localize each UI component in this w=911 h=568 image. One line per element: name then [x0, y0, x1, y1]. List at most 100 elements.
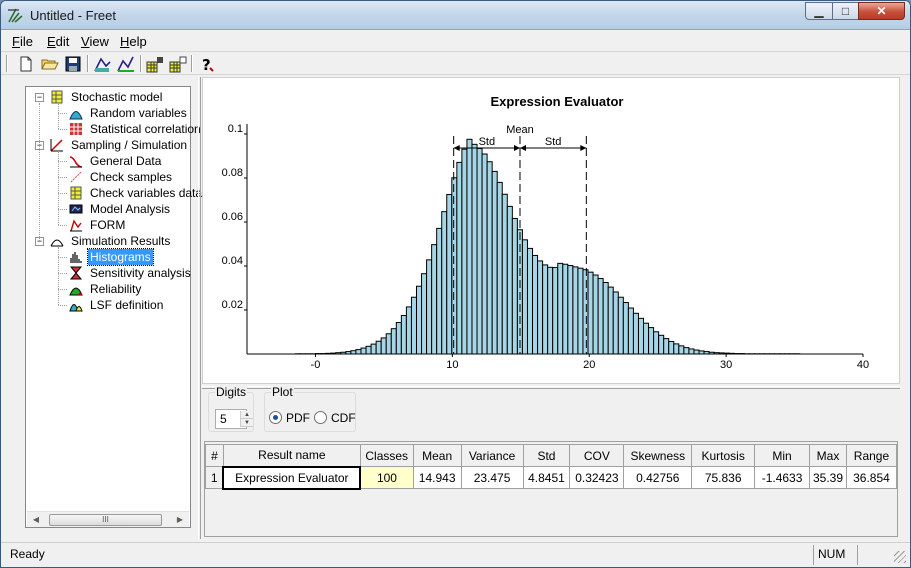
column-header[interactable]: Kurtosis: [691, 444, 756, 467]
y-tick-label: 0.08: [222, 167, 243, 179]
scroll-left-arrow-icon[interactable]: ◀: [29, 513, 43, 527]
column-header[interactable]: Result name: [222, 444, 361, 467]
new-file-icon[interactable]: [16, 54, 36, 74]
close-button[interactable]: ✕: [858, 2, 905, 20]
tree-item[interactable]: Check variables data: [26, 185, 202, 201]
minimize-button[interactable]: ▁: [805, 2, 833, 20]
tree-item[interactable]: Model Analysis: [26, 201, 191, 217]
title-bar[interactable]: Untitled - Freet ▁ □ ✕: [1, 1, 910, 30]
arrowhead-icon: [453, 145, 460, 151]
tree-item[interactable]: Random variables: [26, 105, 191, 121]
column-header[interactable]: #: [205, 444, 224, 467]
tree-item[interactable]: Check samples: [26, 169, 191, 185]
table-row[interactable]: 1 Expression Evaluator 100 14.943 23.475 4.84…: [205, 465, 898, 490]
pdf-radio[interactable]: [269, 411, 282, 424]
tree-item-label[interactable]: Random variables: [88, 105, 189, 121]
table-cell[interactable]: -1.4633: [754, 466, 811, 489]
column-header[interactable]: Classes: [359, 444, 414, 467]
table-cell[interactable]: 14.943: [412, 466, 462, 489]
simulation-icon[interactable]: [116, 54, 136, 74]
tree-item-label[interactable]: Simulation Results: [69, 233, 172, 249]
scroll-thumb[interactable]: III: [49, 514, 162, 526]
column-header[interactable]: Std: [522, 444, 571, 467]
horizontal-splitter[interactable]: [202, 386, 900, 389]
column-header[interactable]: Max: [809, 444, 847, 467]
table-cell[interactable]: 4.8451: [522, 466, 571, 489]
arrowhead-icon: [580, 145, 587, 151]
cdf-label[interactable]: CDF: [331, 411, 356, 425]
tree-item-label[interactable]: Check samples: [88, 169, 174, 185]
vertical-splitter[interactable]: [198, 77, 201, 539]
sampling-icon[interactable]: [93, 54, 113, 74]
tree-item-label[interactable]: Reliability: [88, 281, 143, 297]
toolbar-gripper: [6, 55, 8, 72]
tree-item[interactable]: FORM: [26, 217, 191, 233]
menu-file[interactable]: File: [12, 34, 33, 49]
open-folder-icon[interactable]: [40, 54, 60, 74]
table-cell[interactable]: 36.854: [845, 466, 898, 489]
help-icon[interactable]: ?: [197, 54, 217, 74]
table-cell[interactable]: 0.32423: [569, 466, 625, 489]
tree-item-label[interactable]: General Data: [88, 153, 163, 169]
model-tree[interactable]: − Stochastic model Random variables Statist…: [25, 86, 202, 528]
tree-connector: [58, 193, 67, 194]
tree-item-label[interactable]: Stochastic model: [69, 89, 164, 105]
histogram-bar: [552, 267, 559, 355]
table-cell[interactable]: 75.836: [691, 466, 756, 489]
pdf-label[interactable]: PDF: [286, 411, 310, 425]
spin-up-icon[interactable]: ▲: [241, 411, 253, 419]
tree-item-label[interactable]: Statistical correlation: [88, 121, 203, 137]
menu-view[interactable]: View: [81, 34, 109, 49]
tree-item[interactable]: Reliability: [26, 281, 191, 297]
tree-item[interactable]: − Simulation Results: [26, 233, 191, 249]
results-grid[interactable]: # Result name Classes Mean Variance Std COV Ske…: [204, 441, 898, 537]
collapse-icon[interactable]: −: [35, 93, 44, 102]
spin-down-icon[interactable]: ▼: [241, 419, 253, 427]
maximize-button[interactable]: □: [832, 2, 859, 20]
tree-item[interactable]: − Stochastic model: [26, 89, 191, 105]
table-cell[interactable]: 100: [359, 466, 414, 489]
tree-item[interactable]: LSF definition: [26, 297, 191, 313]
tree-item-label[interactable]: Histograms: [87, 248, 154, 266]
tree-item[interactable]: Statistical correlation: [26, 121, 201, 137]
save-disk-icon[interactable]: [63, 54, 83, 74]
table-cell[interactable]: Expression Evaluator: [222, 465, 362, 490]
correlation-grid-icon: [70, 123, 82, 135]
toolbar-separator: [140, 55, 142, 72]
column-header[interactable]: Mean: [412, 444, 462, 467]
menu-edit[interactable]: Edit: [47, 34, 69, 49]
scroll-right-arrow-icon[interactable]: ▶: [173, 513, 187, 527]
column-header[interactable]: Range: [845, 444, 898, 467]
table-cell[interactable]: 1: [205, 466, 224, 489]
histogram-bar: [658, 334, 665, 355]
column-header[interactable]: COV: [569, 444, 625, 467]
column-header[interactable]: Skewness: [623, 444, 693, 467]
column-header[interactable]: Variance: [460, 444, 524, 467]
grid-remove-icon[interactable]: [168, 54, 188, 74]
tree-item[interactable]: Histograms: [26, 248, 191, 266]
close-icon: ✕: [876, 4, 887, 18]
digits-spinbox[interactable]: 5 ▲ ▼: [215, 409, 253, 429]
tree-item[interactable]: General Data: [26, 153, 191, 169]
tree-horizontal-scrollbar[interactable]: ◀ III ▶: [27, 511, 189, 527]
histogram-bar: [501, 193, 508, 355]
tree-item-label[interactable]: Model Analysis: [88, 201, 172, 217]
table-cell[interactable]: 35.39: [809, 466, 847, 489]
menu-help[interactable]: Help: [120, 34, 147, 49]
tree-item-label[interactable]: LSF definition: [88, 297, 165, 313]
tree-item-label[interactable]: FORM: [88, 217, 127, 233]
table-cell[interactable]: 0.42756: [623, 466, 693, 489]
tree-item-label[interactable]: Sensitivity analysis: [88, 265, 193, 281]
tree-item[interactable]: Sensitivity analysis: [26, 265, 191, 281]
column-header[interactable]: Min: [754, 444, 811, 467]
digits-spin-buttons[interactable]: ▲ ▼: [240, 411, 253, 427]
grid-add-icon[interactable]: [145, 54, 165, 74]
tree-item-label[interactable]: Check variables data: [88, 185, 204, 201]
tree-connector: [58, 305, 67, 306]
resize-grip[interactable]: [894, 551, 906, 563]
tree-item[interactable]: − Sampling / Simulation: [26, 137, 191, 153]
tree-item-label[interactable]: Sampling / Simulation: [69, 137, 189, 153]
cdf-radio[interactable]: [314, 411, 327, 424]
histogram-bar: [426, 259, 433, 355]
table-cell[interactable]: 23.475: [460, 466, 524, 489]
